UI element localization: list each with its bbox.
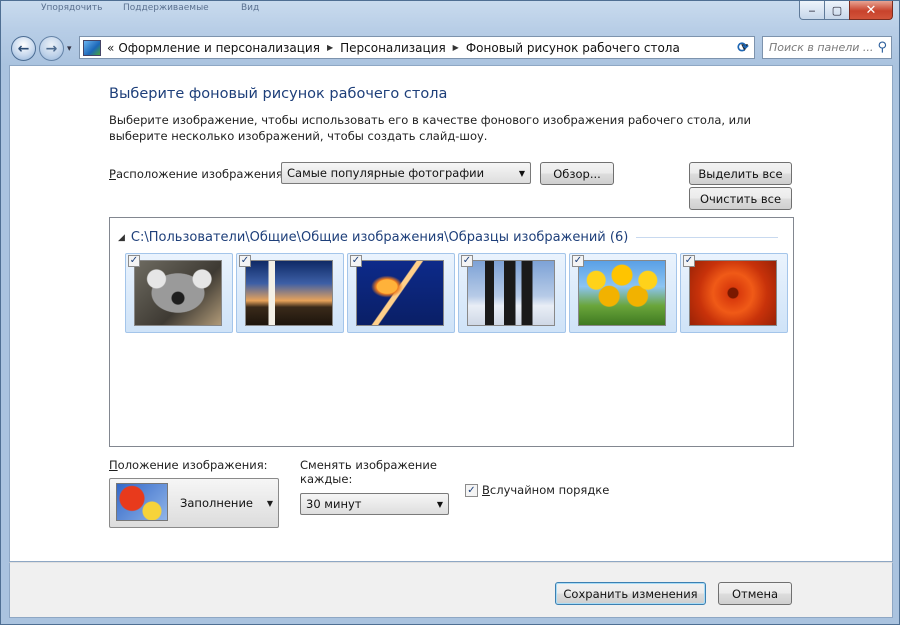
position-preview-image bbox=[116, 483, 172, 523]
ghost-menu-item: Поддерживаемые bbox=[123, 3, 209, 13]
label-text: оложение изображения: bbox=[117, 458, 268, 472]
thumbnail-koala[interactable]: ✓ bbox=[125, 253, 233, 333]
breadcrumb: Оформление и персонализация ▶ Персонализ… bbox=[118, 41, 679, 55]
checkbox[interactable]: ✓ bbox=[683, 255, 695, 267]
position-label: Положение изображения: bbox=[109, 458, 268, 472]
access-key: П bbox=[109, 458, 118, 472]
page-title: Выберите фоновый рисунок рабочего стола bbox=[109, 86, 448, 102]
checkbox[interactable]: ✓ bbox=[128, 255, 140, 267]
lighthouse-image bbox=[245, 260, 333, 326]
window-frame: Упорядочить Поддерживаемые Вид ‒ ▢ ✕ ← →… bbox=[0, 0, 900, 625]
access-key: Р bbox=[109, 167, 116, 181]
chevron-right-icon[interactable]: ▶ bbox=[453, 43, 459, 52]
interval-value: 30 минут bbox=[306, 497, 362, 511]
breadcrumb-overflow-button[interactable]: « bbox=[107, 41, 114, 55]
control-panel-icon bbox=[83, 39, 101, 56]
window-controls: ‒ ▢ ✕ bbox=[799, 1, 893, 20]
divider bbox=[636, 237, 778, 238]
position-select[interactable]: Заполнение ▼ bbox=[109, 478, 279, 528]
interval-select[interactable]: 30 минут ▼ bbox=[300, 493, 449, 515]
footer-bar: Сохранить изменения Отмена bbox=[9, 562, 893, 618]
location-label: Расположение изображения: bbox=[109, 167, 287, 181]
thumbnail-list: ✓ ✓ ✓ ✓ ✓ ✓ bbox=[125, 253, 791, 333]
wallpaper-gallery[interactable]: ◢ C:\Пользователи\Общие\Общие изображени… bbox=[109, 217, 794, 447]
thumbnail-tulips[interactable]: ✓ bbox=[569, 253, 677, 333]
breadcrumb-item[interactable]: Фоновый рисунок рабочего стола bbox=[466, 41, 680, 55]
search-input[interactable]: Поиск в панели ... ⚲ bbox=[762, 36, 892, 59]
address-bar[interactable]: « Оформление и персонализация ▶ Персонал… bbox=[79, 36, 755, 59]
thumbnail-jellyfish[interactable]: ✓ bbox=[347, 253, 455, 333]
collapse-icon[interactable]: ◢ bbox=[118, 233, 125, 243]
chevron-down-icon: ▼ bbox=[436, 499, 443, 509]
breadcrumb-item[interactable]: Персонализация bbox=[340, 41, 446, 55]
cancel-button[interactable]: Отмена bbox=[718, 582, 792, 605]
browse-button[interactable]: Обзор... bbox=[540, 162, 614, 185]
penguins-image bbox=[467, 260, 555, 326]
location-select[interactable]: Самые популярные фотографии ▼ bbox=[281, 162, 531, 184]
navigation-bar: ← → ▾ « Оформление и персонализация ▶ Пе… bbox=[1, 31, 899, 65]
checkbox[interactable]: ✓ bbox=[572, 255, 584, 267]
koala-image bbox=[134, 260, 222, 326]
search-icon[interactable]: ⚲ bbox=[877, 40, 887, 55]
back-button[interactable]: ← bbox=[11, 36, 36, 61]
location-value: Самые популярные фотографии bbox=[287, 166, 485, 180]
thumbnail-penguins[interactable]: ✓ bbox=[458, 253, 566, 333]
breadcrumb-item[interactable]: Оформление и персонализация bbox=[118, 41, 320, 55]
close-button[interactable]: ✕ bbox=[849, 1, 893, 20]
search-placeholder: Поиск в панели ... bbox=[769, 41, 874, 54]
checkbox[interactable]: ✓ bbox=[461, 255, 473, 267]
history-dropdown-icon[interactable]: ▾ bbox=[67, 44, 72, 54]
maximize-button[interactable]: ▢ bbox=[824, 1, 850, 20]
shuffle-checkbox[interactable]: ✓ bbox=[465, 483, 478, 497]
refresh-button[interactable]: ⟳ bbox=[732, 36, 754, 59]
forward-button[interactable]: → bbox=[39, 36, 64, 61]
tulips-image bbox=[578, 260, 666, 326]
ghost-menu-item: Вид bbox=[241, 3, 260, 13]
group-header[interactable]: ◢ C:\Пользователи\Общие\Общие изображени… bbox=[118, 230, 778, 245]
clear-all-button[interactable]: Очистить все bbox=[689, 187, 792, 210]
thumbnail-lighthouse[interactable]: ✓ bbox=[236, 253, 344, 333]
jellyfish-image bbox=[356, 260, 444, 326]
interval-label: Сменять изображение каждые: bbox=[300, 458, 437, 486]
chevron-down-icon: ▼ bbox=[518, 168, 525, 178]
shuffle-label: случайном порядке bbox=[489, 483, 610, 497]
chevron-down-icon: ▼ bbox=[266, 498, 273, 508]
title-bar: Упорядочить Поддерживаемые Вид ‒ ▢ ✕ bbox=[1, 1, 899, 31]
save-button[interactable]: Сохранить изменения bbox=[555, 582, 706, 605]
chevron-right-icon[interactable]: ▶ bbox=[327, 43, 333, 52]
checkbox[interactable]: ✓ bbox=[350, 255, 362, 267]
position-value: Заполнение bbox=[180, 496, 253, 510]
checkbox[interactable]: ✓ bbox=[239, 255, 251, 267]
monitor-preview bbox=[116, 483, 168, 521]
ghost-menu-item: Упорядочить bbox=[41, 3, 103, 13]
thumbnail-chrysanthemum[interactable]: ✓ bbox=[680, 253, 788, 333]
chrysanthemum-image bbox=[689, 260, 777, 326]
page-description: Выберите изображение, чтобы использовать… bbox=[109, 113, 751, 143]
access-key: В bbox=[482, 483, 490, 497]
label-text: асположение изображения: bbox=[115, 167, 287, 181]
minimize-button[interactable]: ‒ bbox=[799, 1, 825, 20]
shuffle-option[interactable]: ✓ В случайном порядке bbox=[465, 483, 609, 497]
group-title: C:\Пользователи\Общие\Общие изображения\… bbox=[130, 230, 629, 245]
main-content: Выберите фоновый рисунок рабочего стола … bbox=[9, 65, 893, 562]
select-all-button[interactable]: Выделить все bbox=[689, 162, 792, 185]
